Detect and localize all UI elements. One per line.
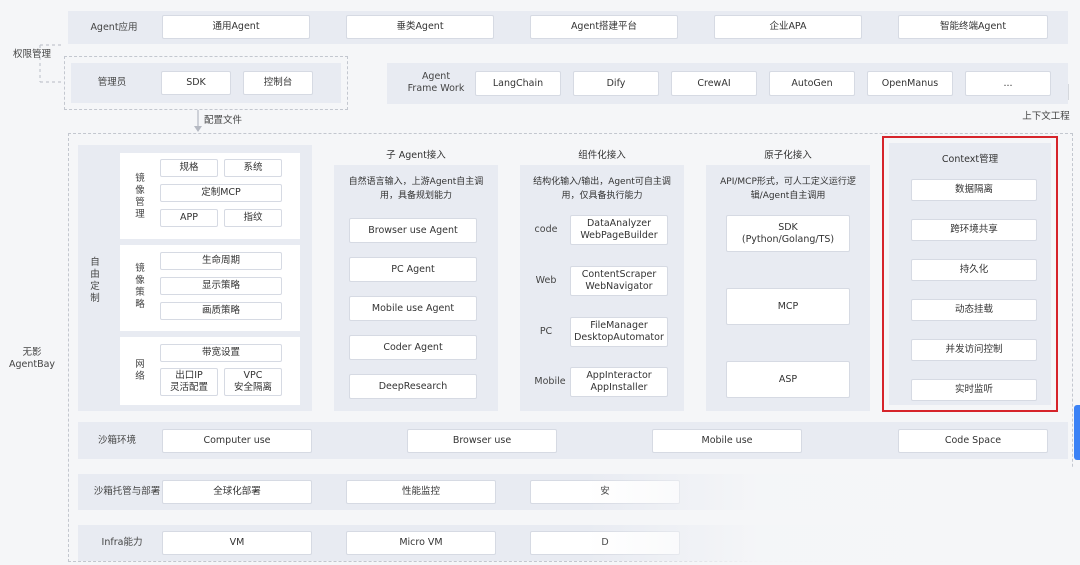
sandbox-browser-use[interactable]: Browser use <box>407 429 557 453</box>
network-vpc[interactable]: VPC 安全隔离 <box>224 368 282 396</box>
component-row-label-code: code <box>534 224 558 235</box>
admin-panel: 管理员 SDK 控制台 <box>71 63 341 103</box>
sub-agent-panel: 自然语言输入，上游Agent自主调用，具备规划能力 Browser use Ag… <box>334 165 498 411</box>
config-file-label: 配置文件 <box>204 115 243 126</box>
atomic-panel: API/MCP形式，可人工定义运行逻辑/Agent自主调用 SDK (Pytho… <box>706 165 870 411</box>
network-group: 网络 带宽设置 出口IP 灵活配置 VPC 安全隔离 <box>120 337 300 405</box>
app-enterprise-apa[interactable]: 企业APA <box>714 15 862 39</box>
image-app[interactable]: APP <box>160 209 218 227</box>
admin-console-button[interactable]: 控制台 <box>243 71 313 95</box>
policy-display[interactable]: 显示策略 <box>160 277 282 295</box>
framework-autogen[interactable]: AutoGen <box>769 71 855 96</box>
sub-agent-coder[interactable]: Coder Agent <box>349 335 477 360</box>
sandbox-row: 沙箱环境 Computer use Browser use Mobile use… <box>78 422 1068 459</box>
infra-vm[interactable]: VM <box>162 531 312 555</box>
admin-container: 管理员 SDK 控制台 <box>64 56 348 110</box>
image-policy-label: 镜像策略 <box>135 263 145 310</box>
image-custom-mcp[interactable]: 定制MCP <box>160 184 282 202</box>
context-panel: Context管理 数据隔离 跨环境共享 持久化 动态挂载 并发访问控制 实时监… <box>889 143 1051 405</box>
agent-app-label: Agent应用 <box>90 21 138 33</box>
framework-more[interactable]: ... <box>965 71 1051 96</box>
atomic-sdk[interactable]: SDK (Python/Golang/TS) <box>726 215 850 252</box>
image-fingerprint[interactable]: 指纹 <box>224 209 282 227</box>
atomic-asp[interactable]: ASP <box>726 361 850 398</box>
sandbox-computer-use[interactable]: Computer use <box>162 429 312 453</box>
component-web-tools[interactable]: ContentScraper WebNavigator <box>570 266 668 296</box>
permission-label: 权限管理 <box>12 49 51 60</box>
agentbay-label-line2: AgentBay <box>8 359 56 370</box>
component-desc: 结构化输入/输出，Agent可自主调用，仅具备执行能力 <box>533 177 671 201</box>
customize-panel: 自由定制 镜像管理 规格 系统 定制MCP APP 指纹 镜像策略 生命周期 显… <box>78 145 312 411</box>
infra-label: Infra能力 <box>101 537 143 548</box>
admin-label: 管理员 <box>97 77 127 88</box>
agent-app-row: Agent应用 通用Agent 垂类Agent Agent搭建平台 企业APA … <box>68 11 1068 44</box>
component-row-label-web: Web <box>535 275 557 286</box>
context-persistence[interactable]: 持久化 <box>911 259 1037 281</box>
framework-dify[interactable]: Dify <box>573 71 659 96</box>
context-dynamic-mount[interactable]: 动态挂载 <box>911 299 1037 321</box>
component-panel: 结构化输入/输出，Agent可自主调用，仅具备执行能力 code DataAna… <box>520 165 684 411</box>
component-mobile-tools[interactable]: AppInteractor AppInstaller <box>570 367 668 397</box>
component-pc-tools[interactable]: FileManager DesktopAutomator <box>570 317 668 347</box>
hosting-global-deploy[interactable]: 全球化部署 <box>162 480 312 504</box>
framework-openmanus[interactable]: OpenManus <box>867 71 953 96</box>
sandbox-label: 沙箱环境 <box>97 434 136 446</box>
network-bandwidth[interactable]: 带宽设置 <box>160 344 282 362</box>
atomic-desc: API/MCP形式，可人工定义运行逻辑/Agent自主调用 <box>720 177 856 201</box>
hosting-perf-monitor[interactable]: 性能监控 <box>346 480 496 504</box>
sub-agent-title: 子 Agent接入 <box>386 150 446 161</box>
admin-sdk-button[interactable]: SDK <box>161 71 231 95</box>
framework-row: Agent Frame Work LangChain Dify CrewAI A… <box>387 63 1068 104</box>
component-code-tools[interactable]: DataAnalyzer WebPageBuilder <box>570 215 668 245</box>
atomic-title: 原子化接入 <box>764 150 812 161</box>
component-row-label-pc: PC <box>539 326 553 337</box>
policy-quality[interactable]: 画质策略 <box>160 302 282 320</box>
app-agent-builder[interactable]: Agent搭建平台 <box>530 15 678 39</box>
app-general-agent[interactable]: 通用Agent <box>162 15 310 39</box>
image-mgmt-group: 镜像管理 规格 系统 定制MCP APP 指纹 <box>120 153 300 239</box>
framework-label: Agent Frame Work <box>407 71 465 94</box>
context-engineering-label: 上下文工程 <box>1022 111 1070 122</box>
image-system[interactable]: 系统 <box>224 159 282 177</box>
network-label: 网络 <box>135 359 145 382</box>
context-cross-env-share[interactable]: 跨环境共享 <box>911 219 1037 241</box>
sub-agent-mobile-use[interactable]: Mobile use Agent <box>349 296 477 321</box>
component-row-label-mobile: Mobile <box>534 376 566 387</box>
sub-agent-pc[interactable]: PC Agent <box>349 257 477 282</box>
context-highlight-frame: Context管理 数据隔离 跨环境共享 持久化 动态挂载 并发访问控制 实时监… <box>882 136 1058 412</box>
policy-lifecycle[interactable]: 生命周期 <box>160 252 282 270</box>
network-egress-ip[interactable]: 出口IP 灵活配置 <box>160 368 218 396</box>
image-policy-group: 镜像策略 生命周期 显示策略 画质策略 <box>120 245 300 331</box>
image-spec[interactable]: 规格 <box>160 159 218 177</box>
customize-label: 自由定制 <box>90 257 100 304</box>
context-data-isolation[interactable]: 数据隔离 <box>911 179 1037 201</box>
sub-agent-desc: 自然语言输入，上游Agent自主调用，具备规划能力 <box>348 177 484 201</box>
sub-agent-browser-use[interactable]: Browser use Agent <box>349 218 477 243</box>
agentbay-label: 无影 AgentBay <box>6 345 58 373</box>
sandbox-mobile-use[interactable]: Mobile use <box>652 429 802 453</box>
bottom-right-fade <box>585 468 1080 565</box>
right-edge-accent <box>1074 405 1080 460</box>
app-vertical-agent[interactable]: 垂类Agent <box>346 15 494 39</box>
agentbay-label-line1: 无影 <box>22 347 42 358</box>
hosting-label: 沙箱托管与部署 <box>93 486 161 497</box>
component-title: 组件化接入 <box>578 150 626 161</box>
sandbox-code-space[interactable]: Code Space <box>898 429 1048 453</box>
infra-micro-vm[interactable]: Micro VM <box>346 531 496 555</box>
context-concurrency-control[interactable]: 并发访问控制 <box>911 339 1037 361</box>
app-terminal-agent[interactable]: 智能终端Agent <box>898 15 1048 39</box>
atomic-mcp[interactable]: MCP <box>726 288 850 325</box>
context-title: Context管理 <box>941 154 999 165</box>
sub-agent-deepresearch[interactable]: DeepResearch <box>349 374 477 399</box>
image-mgmt-label: 镜像管理 <box>135 173 145 220</box>
context-realtime-watch[interactable]: 实时监听 <box>911 379 1037 401</box>
framework-crewai[interactable]: CrewAI <box>671 71 757 96</box>
framework-langchain[interactable]: LangChain <box>475 71 561 96</box>
